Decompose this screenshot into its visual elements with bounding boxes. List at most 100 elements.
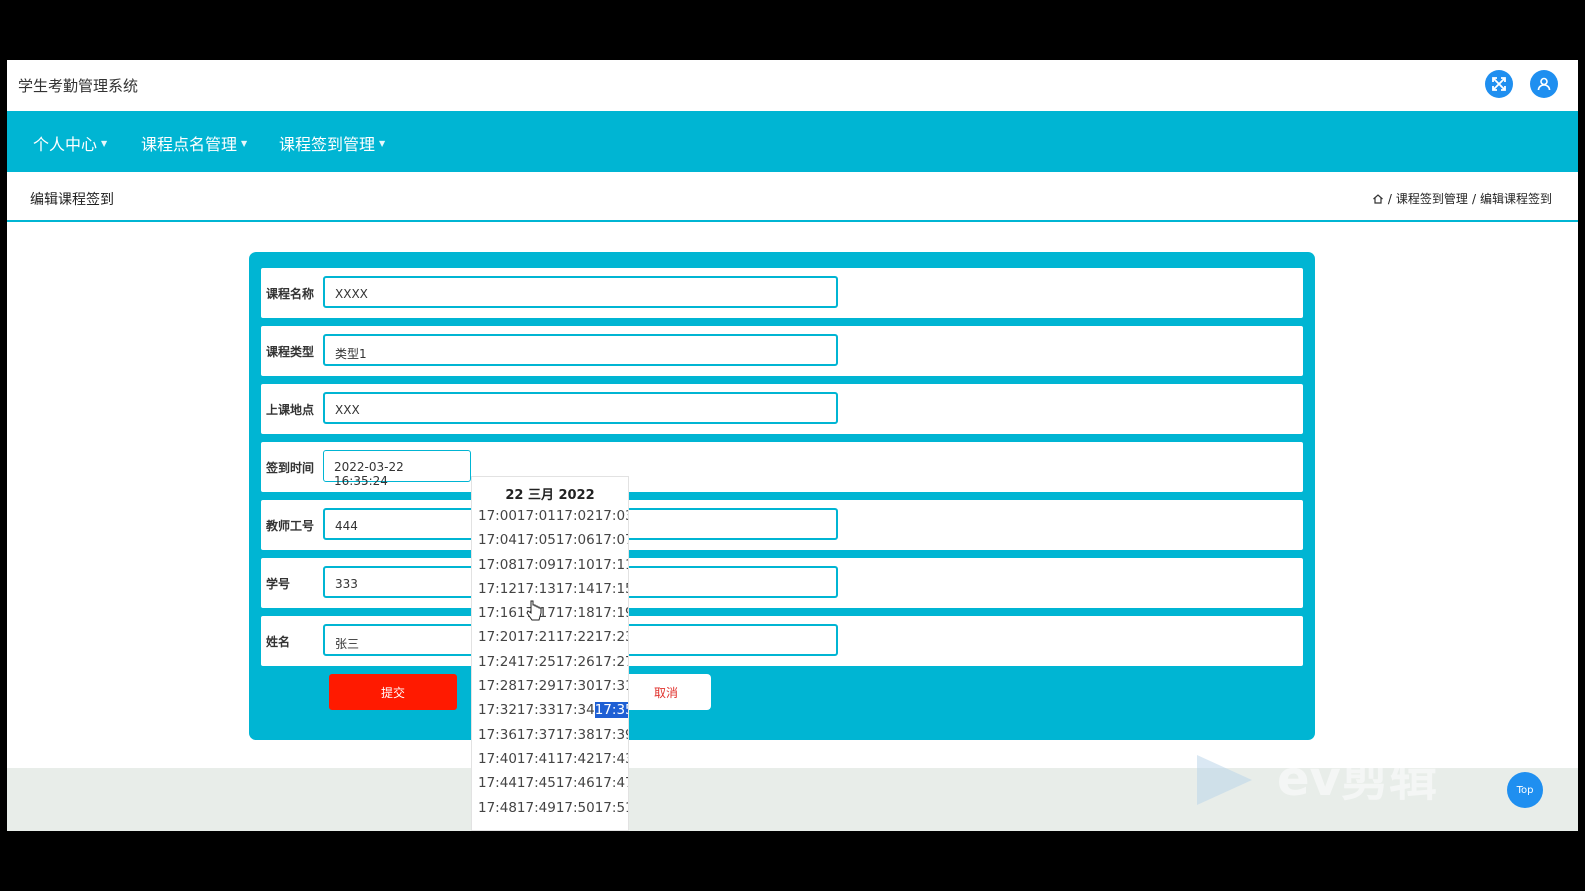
nav-item-course-rollcall[interactable]: 课程点名管理 ▼ [141, 131, 247, 155]
form-row-course-type: 课程类型 类型1 [261, 326, 1303, 376]
nav-item-personal[interactable]: 个人中心 ▼ [33, 131, 107, 155]
time-option[interactable]: 17:38 [556, 727, 595, 743]
expand-icon[interactable] [1485, 70, 1513, 98]
app-window: 学生考勤管理系统 个人中心 ▼ 课程点名管理 ▼ 课程签到管理 ▼ 编辑课程签到 / … [7, 60, 1578, 831]
time-option[interactable]: 17:34 [556, 702, 595, 718]
time-option[interactable]: 17:28 [478, 678, 517, 694]
time-option[interactable]: 17:16 [478, 605, 517, 621]
time-option[interactable]: 17:02 [556, 508, 595, 524]
datetime-picker-row: 17:0017:0117:0217:03 [472, 504, 628, 528]
app-title: 学生考勤管理系统 [18, 77, 139, 95]
time-option[interactable]: 17:43 [595, 751, 628, 767]
page-header: 编辑课程签到 / 课程签到管理 / 编辑课程签到 [7, 172, 1578, 222]
time-option[interactable]: 17:39 [595, 727, 628, 743]
time-option[interactable]: 17:46 [556, 775, 595, 791]
datetime-picker-row: 17:4817:4917:5017:51 [472, 796, 628, 820]
signin-time-input[interactable]: 2022-03-22 16:35:24 [323, 450, 471, 488]
breadcrumb-item-current: 编辑课程签到 [1479, 192, 1552, 206]
time-option[interactable]: 17:11 [595, 557, 628, 573]
time-option[interactable]: 17:00 [478, 508, 517, 524]
top-bar: 学生考勤管理系统 [7, 60, 1578, 111]
time-option[interactable]: 17:33 [517, 702, 556, 718]
location-input[interactable]: XXX [323, 392, 838, 424]
breadcrumb-separator: / [1387, 191, 1392, 206]
time-option[interactable]: 17:30 [556, 678, 595, 694]
datetime-picker-header[interactable]: 22 三月 2022 [472, 477, 628, 504]
time-option[interactable]: 17:27 [595, 654, 628, 670]
scroll-top-button[interactable]: Top [1507, 772, 1543, 808]
nav-item-label: 课程签到管理 [279, 135, 376, 154]
time-option[interactable]: 17:01 [517, 508, 556, 524]
user-icon[interactable] [1530, 70, 1558, 98]
time-option[interactable]: 17:42 [556, 751, 595, 767]
datetime-picker-row: 17:2417:2517:2617:27 [472, 650, 628, 674]
time-option[interactable]: 17:07 [595, 532, 628, 548]
time-option[interactable]: 17:31 [595, 678, 628, 694]
time-option[interactable]: 17:20 [478, 629, 517, 645]
time-option[interactable]: 17:25 [517, 654, 556, 670]
form-row-name: 姓名 张三 [261, 616, 1303, 666]
datetime-picker-row: 17:4417:4517:4617:47 [472, 771, 628, 795]
nav-item-label: 个人中心 [33, 135, 98, 154]
time-option[interactable]: 17:45 [517, 775, 556, 791]
time-option[interactable]: 17:04 [478, 532, 517, 548]
datetime-picker-row: 17:0417:0517:0617:07 [472, 528, 628, 552]
mouse-pointer-icon [526, 600, 542, 621]
time-option[interactable]: 17:41 [517, 751, 556, 767]
time-option[interactable]: 17:24 [478, 654, 517, 670]
time-option[interactable]: 17:21 [517, 629, 556, 645]
time-option[interactable]: 17:05 [517, 532, 556, 548]
time-option[interactable]: 17:49 [517, 800, 556, 816]
form-row-location: 上课地点 XXX [261, 384, 1303, 434]
submit-button[interactable]: 提交 [329, 674, 457, 710]
form-row-course-name: 课程名称 XXXX [261, 268, 1303, 318]
time-option[interactable]: 17:26 [556, 654, 595, 670]
time-option[interactable]: 17:48 [478, 800, 517, 816]
breadcrumb-item-course-signin[interactable]: 课程签到管理 [1396, 190, 1468, 207]
time-option[interactable]: 17:15 [595, 581, 628, 597]
time-option[interactable]: 17:22 [556, 629, 595, 645]
time-option[interactable]: 17:35 [594, 702, 628, 719]
time-option[interactable]: 17:19 [595, 605, 628, 621]
breadcrumb: / 课程签到管理 / 编辑课程签到 [1372, 190, 1552, 207]
time-option[interactable]: 17:40 [478, 751, 517, 767]
time-option[interactable]: 17:37 [517, 727, 556, 743]
datetime-picker-row: 17:1617:1717:1817:19 [472, 601, 628, 625]
time-option[interactable]: 17:29 [517, 678, 556, 694]
time-option[interactable]: 17:06 [556, 532, 595, 548]
time-option[interactable]: 17:13 [517, 581, 556, 597]
time-option[interactable]: 17:08 [478, 557, 517, 573]
time-option[interactable]: 17:03 [595, 508, 628, 524]
time-option[interactable]: 17:32 [478, 702, 517, 718]
form-row-teacher-id: 教师工号 444 [261, 500, 1303, 550]
datetime-picker-row: 17:3217:3317:3417:35 [472, 698, 628, 722]
datetime-picker-row: 17:4017:4117:4217:43 [472, 747, 628, 771]
cancel-button[interactable]: 取消 [621, 674, 711, 710]
time-option[interactable]: 17:51 [595, 800, 628, 816]
field-label: 教师工号 [266, 519, 315, 533]
nav-item-course-signin[interactable]: 课程签到管理 ▼ [279, 131, 385, 155]
time-option[interactable]: 17:36 [478, 727, 517, 743]
time-option[interactable]: 17:12 [478, 581, 517, 597]
main-nav: 个人中心 ▼ 课程点名管理 ▼ 课程签到管理 ▼ [7, 111, 1578, 172]
home-icon[interactable] [1372, 193, 1384, 205]
datetime-picker-row: 17:0817:0917:1017:11 [472, 553, 628, 577]
time-option[interactable]: 17:09 [517, 557, 556, 573]
field-label: 课程类型 [266, 345, 315, 359]
time-option[interactable]: 17:50 [556, 800, 595, 816]
time-option[interactable]: 17:14 [556, 581, 595, 597]
course-type-input[interactable]: 类型1 [323, 334, 838, 366]
time-option[interactable]: 17:18 [556, 605, 595, 621]
datetime-picker: 22 三月 2022 17:0017:0117:0217:0317:0417:0… [471, 476, 629, 831]
time-option[interactable]: 17:44 [478, 775, 517, 791]
course-name-input[interactable]: XXXX [323, 276, 838, 308]
time-option[interactable]: 17:10 [556, 557, 595, 573]
watermark-logo-icon: ev剪辑 [1197, 751, 1437, 807]
field-label: 学号 [266, 577, 291, 591]
datetime-picker-row: 17:3617:3717:3817:39 [472, 723, 628, 747]
nav-item-label: 课程点名管理 [141, 135, 238, 154]
time-option[interactable]: 17:23 [595, 629, 628, 645]
caret-down-icon: ▼ [379, 138, 386, 148]
page-title: 编辑课程签到 [30, 192, 114, 208]
time-option[interactable]: 17:47 [595, 775, 628, 791]
